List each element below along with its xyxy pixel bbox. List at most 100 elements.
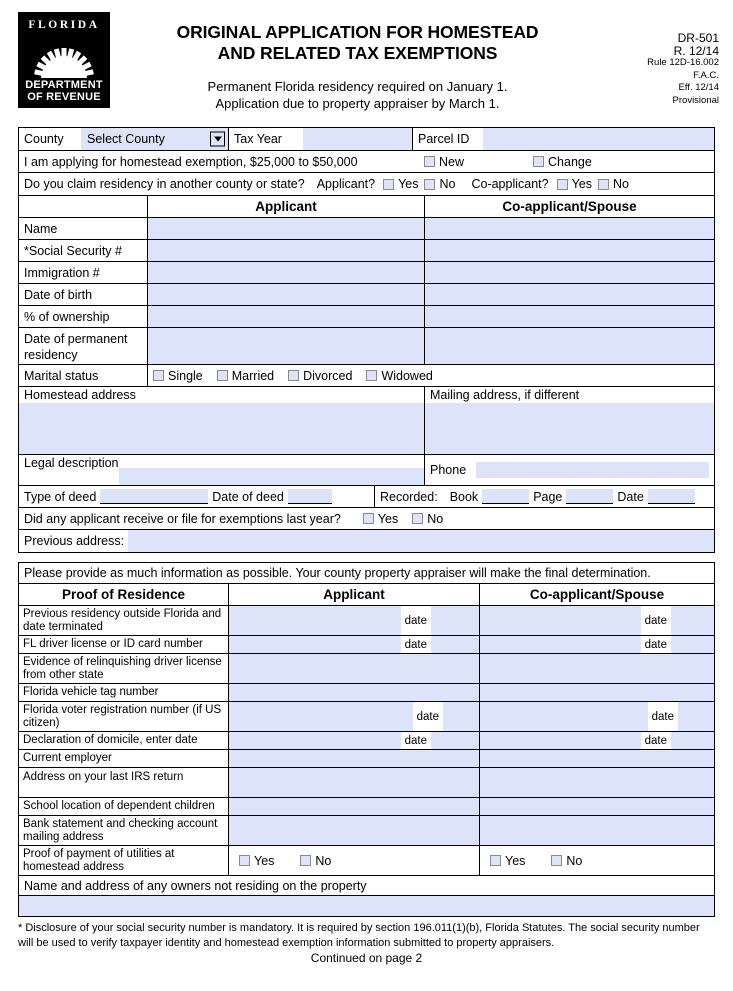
school-location-applicant-input[interactable]	[229, 798, 479, 815]
ssn-applicant-input[interactable]	[148, 240, 425, 261]
mailing-address-input[interactable]	[425, 403, 714, 454]
relinquish-license-applicant-input[interactable]	[229, 654, 479, 683]
florida-dor-logo: FLORIDA DEPARTMENT OF REVENUE	[18, 12, 110, 108]
coapplicant-yes-checkbox[interactable]	[556, 178, 568, 190]
chevron-down-icon[interactable]	[210, 131, 225, 147]
voter-registration-applicant-input[interactable]	[229, 702, 413, 731]
utilities-coapplicant-no-label: No	[566, 853, 583, 868]
exemption-row-content: I am applying for homestead exemption, $…	[19, 151, 714, 172]
utilities-coapplicant-yes-option[interactable]: Yes	[490, 853, 525, 869]
previous-residency-applicant-date-input[interactable]	[431, 606, 479, 635]
coapplicant-yes-option[interactable]: Yes	[556, 176, 592, 192]
prior-exemptions-yes-checkbox[interactable]	[362, 513, 374, 524]
fl-license-applicant-input[interactable]	[229, 636, 401, 653]
irs-return-applicant-input[interactable]	[229, 768, 479, 797]
utilities-applicant-no-checkbox[interactable]	[300, 855, 312, 866]
fl-license-coapplicant-date-input[interactable]	[671, 636, 714, 653]
previous-residency-applicant-input[interactable]	[229, 606, 401, 635]
county-select[interactable]: Select County	[81, 128, 229, 150]
prior-exemptions-no-checkbox[interactable]	[412, 513, 424, 524]
new-checkbox[interactable]	[424, 156, 435, 167]
permanent-residency-coapplicant-input[interactable]	[425, 328, 714, 364]
name-applicant-input[interactable]	[148, 218, 425, 239]
previous-residency-coapplicant-date-input[interactable]	[671, 606, 714, 635]
exemption-amount-row: I am applying for homestead exemption, $…	[19, 151, 714, 173]
change-checkbox[interactable]	[533, 156, 545, 167]
homestead-address-input[interactable]	[19, 403, 424, 454]
fl-license-coapplicant-input[interactable]	[480, 636, 641, 653]
bank-statement-coapplicant-input[interactable]	[480, 816, 714, 845]
coapplicant-no-option[interactable]: No	[598, 176, 629, 192]
proof-coapplicant-cell: date	[480, 732, 714, 749]
tax-year-input[interactable]	[303, 128, 413, 150]
utilities-coapplicant-no-checkbox[interactable]	[551, 855, 563, 866]
applicant-no-option[interactable]: No	[424, 176, 455, 192]
irs-return-coapplicant-input[interactable]	[480, 768, 714, 797]
type-of-deed-input[interactable]	[100, 489, 209, 504]
marital-married-option[interactable]: Married	[216, 368, 274, 384]
current-employer-coapplicant-input[interactable]	[480, 750, 714, 767]
dob-applicant-input[interactable]	[148, 284, 425, 305]
fl-license-applicant-date-input[interactable]	[431, 636, 479, 653]
voter-registration-coapplicant-input[interactable]	[480, 702, 648, 731]
relinquish-license-coapplicant-input[interactable]	[480, 654, 714, 683]
marital-widowed-option[interactable]: Widowed	[366, 368, 433, 384]
school-location-coapplicant-input[interactable]	[480, 798, 714, 815]
name-coapplicant-input[interactable]	[425, 218, 714, 239]
utilities-coapplicant-no-option[interactable]: No	[551, 853, 582, 869]
proof-header-coapplicant: Co-applicant/Spouse	[529, 586, 665, 602]
declaration-domicile-applicant-input[interactable]	[229, 732, 401, 749]
owners-not-residing-input[interactable]	[19, 896, 714, 916]
new-option[interactable]: New	[424, 154, 464, 170]
applicant-no-checkbox[interactable]	[424, 178, 436, 190]
voter-registration-applicant-date-input[interactable]	[443, 702, 479, 731]
bank-statement-applicant-input[interactable]	[229, 816, 479, 845]
vehicle-tag-applicant-input[interactable]	[229, 684, 479, 701]
prior-exemptions-no-option[interactable]: No	[412, 511, 443, 527]
immigration-coapplicant-input[interactable]	[425, 262, 714, 283]
prior-exemptions-yes-option[interactable]: Yes	[362, 511, 398, 527]
date-of-deed-input[interactable]	[287, 489, 332, 504]
change-option[interactable]: Change	[533, 154, 592, 170]
dob-coapplicant-input[interactable]	[425, 284, 714, 305]
applicant-yes-option[interactable]: Yes	[383, 176, 418, 192]
applicant-yes-checkbox[interactable]	[383, 178, 395, 190]
permanent-residency-applicant-input[interactable]	[148, 328, 425, 364]
recorded-date-input[interactable]	[647, 489, 695, 504]
declaration-domicile-coapplicant-input[interactable]	[480, 732, 641, 749]
parcel-id-input[interactable]	[483, 128, 714, 150]
recorded-label: Recorded:	[380, 489, 438, 504]
legal-description-input[interactable]	[118, 468, 424, 485]
utilities-coapplicant-yes-checkbox[interactable]	[490, 855, 501, 866]
utilities-applicant-yes-checkbox[interactable]	[239, 855, 250, 866]
marital-divorced-checkbox[interactable]	[288, 370, 300, 381]
page-input[interactable]	[566, 489, 614, 504]
book-input[interactable]	[482, 489, 530, 504]
utilities-applicant-yes-option[interactable]: Yes	[239, 853, 274, 869]
declaration-domicile-coapplicant-date-input[interactable]	[671, 732, 714, 749]
ownership-coapplicant-input[interactable]	[425, 306, 714, 327]
marital-single-checkbox[interactable]	[153, 370, 164, 381]
recorded-date-label: Date	[617, 489, 644, 504]
residency-question: Do you claim residency in another county…	[24, 177, 305, 191]
marital-single-option[interactable]: Single	[153, 368, 203, 384]
previous-address-input[interactable]	[128, 530, 714, 552]
current-employer-applicant-input[interactable]	[229, 750, 479, 767]
immigration-applicant-input[interactable]	[148, 262, 425, 283]
ownership-applicant-input[interactable]	[148, 306, 425, 327]
phone-input[interactable]	[476, 462, 709, 478]
ssn-coapplicant-input[interactable]	[425, 240, 714, 261]
marital-married-checkbox[interactable]	[216, 370, 228, 381]
proof-note-row: Please provide as much information as po…	[19, 563, 714, 584]
coapplicant-no-checkbox[interactable]	[598, 178, 610, 190]
marital-widowed-checkbox[interactable]	[366, 370, 378, 381]
title-line-1: ORIGINAL APPLICATION FOR HOMESTEAD	[176, 22, 539, 42]
voter-registration-coapplicant-date-input[interactable]	[678, 702, 714, 731]
form-identifier-block: DR-501 R. 12/14 Rule 12D-16.002 F.A.C. E…	[601, 8, 719, 107]
utilities-applicant-no-option[interactable]: No	[300, 853, 331, 869]
declaration-domicile-applicant-date-input[interactable]	[431, 732, 479, 749]
vehicle-tag-coapplicant-input[interactable]	[480, 684, 714, 701]
type-of-deed-label: Type of deed	[24, 489, 97, 504]
marital-divorced-option[interactable]: Divorced	[288, 368, 352, 384]
previous-residency-coapplicant-input[interactable]	[480, 606, 641, 635]
